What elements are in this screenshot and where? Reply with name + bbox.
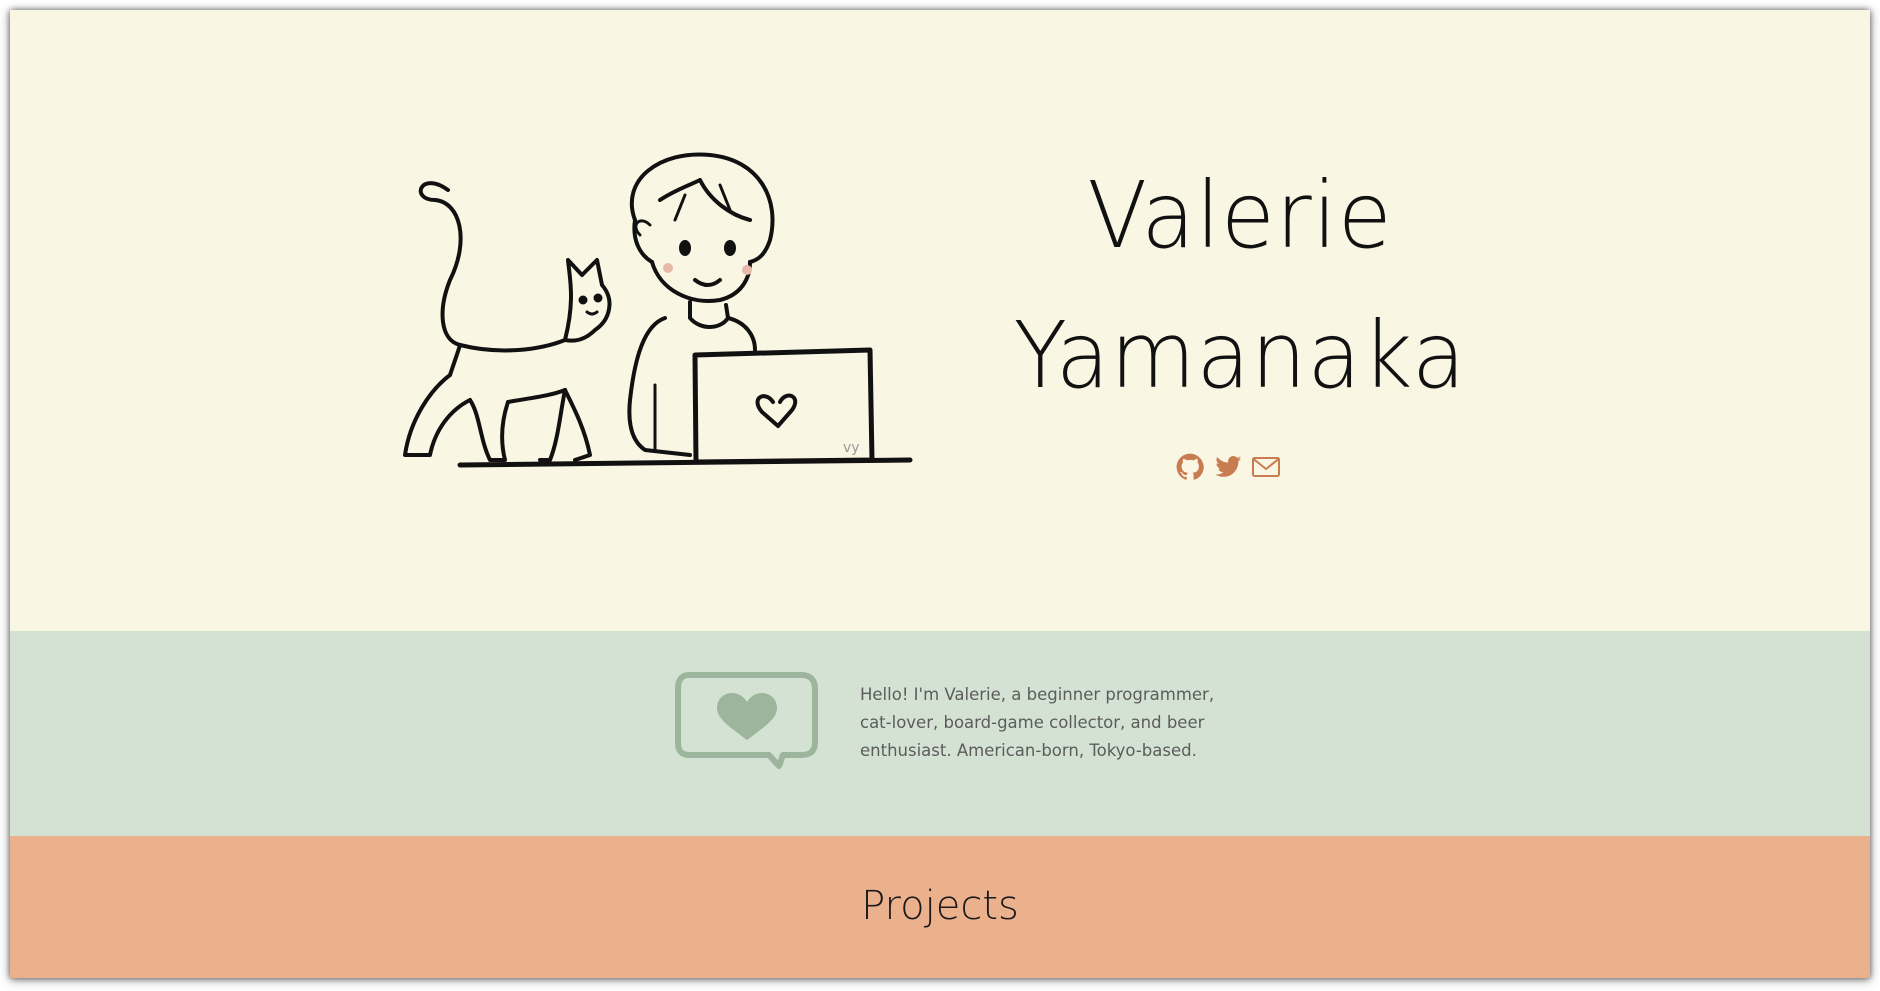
heart-speech-bubble-icon: [675, 672, 818, 769]
github-icon[interactable]: [1175, 452, 1205, 482]
illustration-signature: vy: [843, 440, 860, 456]
twitter-icon[interactable]: [1213, 452, 1243, 482]
first-name-heading: Valerie: [1087, 162, 1393, 269]
about-text: Hello! I'm Valerie, a beginner programme…: [860, 685, 1215, 760]
projects-section: Projects: [10, 836, 1870, 978]
mail-icon[interactable]: [1251, 452, 1281, 482]
social-links: [1175, 452, 1281, 482]
browser-viewport: vy Valerie Yamanaka Hello! I'm Valerie, …: [10, 10, 1870, 978]
hero-section: vy Valerie Yamanaka: [10, 10, 1870, 631]
projects-heading: Projects: [861, 883, 1019, 929]
about-section: Hello! I'm Valerie, a beginner programme…: [10, 631, 1870, 836]
last-name-heading: Yamanaka: [1013, 302, 1467, 409]
person-with-cat-illustration: vy: [403, 152, 913, 468]
